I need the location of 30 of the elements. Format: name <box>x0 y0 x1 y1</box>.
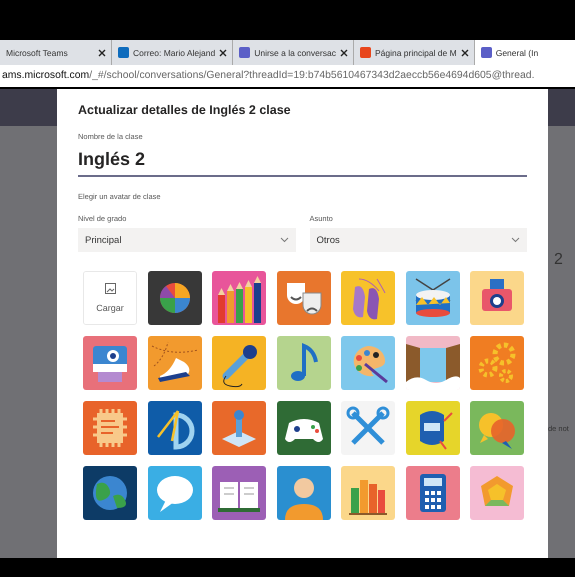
avatar-option[interactable] <box>406 271 460 325</box>
upload-button[interactable]: Cargar <box>83 271 137 325</box>
dropdown[interactable]: Principal <box>78 228 296 252</box>
dropdown[interactable]: Otros <box>310 228 527 252</box>
close-icon[interactable] <box>219 48 228 56</box>
chevron-down-icon <box>511 237 520 243</box>
avatar-option[interactable] <box>406 401 460 455</box>
dialog-title: Actualizar detalles de Inglés 2 clase <box>78 103 292 117</box>
background-text: 2 <box>554 251 564 269</box>
close-icon[interactable] <box>98 48 106 56</box>
class-name-field[interactable]: Inglés 2 <box>78 149 527 177</box>
avatar-option[interactable] <box>276 401 330 455</box>
avatar-option[interactable] <box>212 466 266 520</box>
avatar-option[interactable] <box>406 466 460 520</box>
avatar-option[interactable] <box>470 271 524 325</box>
avatar-option[interactable] <box>148 336 202 390</box>
close-icon[interactable] <box>460 48 469 56</box>
header-bar <box>548 89 575 126</box>
avatar-option[interactable] <box>212 271 266 325</box>
avatar-option[interactable] <box>341 336 395 390</box>
avatar-option[interactable] <box>341 466 395 520</box>
browser-tab[interactable]: General (In <box>474 40 575 65</box>
image-icon <box>104 283 116 294</box>
avatar-option[interactable] <box>148 271 202 325</box>
avatar-option[interactable] <box>148 401 202 455</box>
avatar-option[interactable] <box>406 336 460 390</box>
chevron-down-icon <box>280 237 288 243</box>
header-bar <box>0 89 57 126</box>
close-icon[interactable] <box>340 48 348 56</box>
avatar-option[interactable] <box>212 336 266 390</box>
